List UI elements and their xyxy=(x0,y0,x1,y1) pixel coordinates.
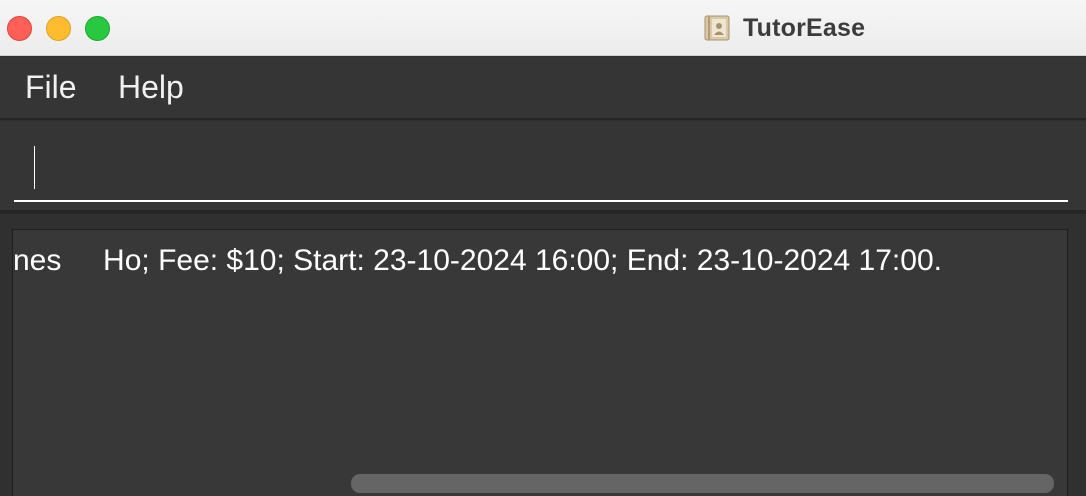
text-caret xyxy=(34,146,35,189)
menu-bar: File Help xyxy=(0,57,1086,120)
close-window-button[interactable] xyxy=(7,16,32,41)
menu-help[interactable]: Help xyxy=(118,69,184,106)
result-display-panel: nes Ho; Fee: $10; Start: 23-10-2024 16:0… xyxy=(0,218,1086,496)
window-title: TutorEase xyxy=(743,13,866,42)
app-window: TutorEase File Help nes Ho; Fee: $10; St… xyxy=(0,0,1086,496)
result-message: nes Ho; Fee: $10; Start: 23-10-2024 16:0… xyxy=(13,244,942,277)
minimize-window-button[interactable] xyxy=(46,16,71,41)
command-box-panel xyxy=(0,122,1086,214)
title-bar[interactable]: TutorEase xyxy=(0,0,1086,56)
maximize-window-button[interactable] xyxy=(85,16,110,41)
window-title-group: TutorEase xyxy=(704,13,865,43)
horizontal-scrollbar[interactable] xyxy=(351,474,1054,493)
command-input[interactable] xyxy=(14,140,1068,202)
menu-file[interactable]: File xyxy=(25,69,77,106)
result-display-box[interactable]: nes Ho; Fee: $10; Start: 23-10-2024 16:0… xyxy=(12,229,1068,496)
contacts-book-icon xyxy=(704,15,730,41)
